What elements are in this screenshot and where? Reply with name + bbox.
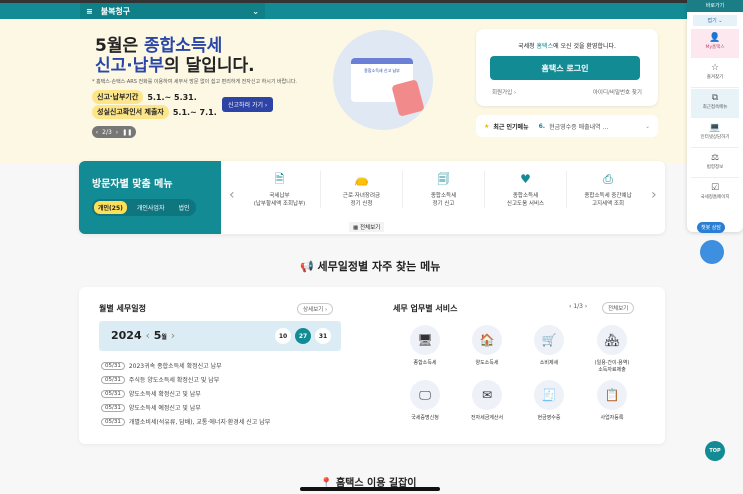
home-worker-icon: 🏘 <box>597 325 627 355</box>
schedule-item[interactable]: 05/31 2023귀속 종합소득세 확정신고 납부 <box>101 361 222 370</box>
schedule-services-card: 월별 세무일정 상세보기 › 2024 ‹ 5월 › 10 27 31 05/3… <box>79 287 665 444</box>
hero-subtitle: * 홈택스·손택스·ARS 전화를 이용하여 세무서 방문 없이 쉽고 편리하게… <box>92 79 298 85</box>
money-bag-icon: 👝 <box>354 172 369 186</box>
popular-item[interactable]: 현금영수증 매출내역 ... <box>549 122 608 131</box>
visitor-item[interactable]: ⎙ 종합소득세 중간예납 고지세액 조회 <box>567 171 649 208</box>
sidebar-item-my-hometax[interactable]: 👤 My홈택스 <box>691 29 739 58</box>
star-icon: ★ <box>484 122 490 130</box>
find-account-link[interactable]: 아이디/비밀번호 찾기 <box>593 88 642 96</box>
visitor-item[interactable]: 🗐 종합소득세 정기 신고 <box>403 171 485 208</box>
certificate-monitor-icon: 🖵 <box>410 380 440 410</box>
period-1: 신고·납부기간 5.1.~ 5.31. <box>92 90 197 104</box>
service-item[interactable]: 🧾 현금영수증 <box>519 380 579 422</box>
menu-dropdown[interactable]: ≡ 불복청구 ⌄ <box>80 3 265 19</box>
next-month-icon[interactable]: › <box>171 329 175 342</box>
star-icon: ☆ <box>710 63 720 73</box>
calculator-icon <box>391 79 425 117</box>
services-pager[interactable]: ‹ 1/3 › <box>569 303 587 310</box>
sidebar-item-favorites[interactable]: ☆ 즐겨찾기 <box>691 59 739 88</box>
tab-sole-proprietor[interactable]: 개인사업자 <box>133 201 169 214</box>
sidebar-item-recent[interactable]: ⧉ 최근접속메뉴 <box>691 89 739 118</box>
chatbot-mascot-icon[interactable] <box>700 240 724 264</box>
login-button[interactable]: 홈택스 로그인 <box>490 56 640 80</box>
document-icon: 🗎 <box>274 172 285 186</box>
visitor-menu-title: 방문자별 맞춤 메뉴 <box>92 179 173 190</box>
view-all-button[interactable]: ▦ 전체보기 <box>349 222 385 232</box>
printer-icon: ⎙ <box>603 172 613 186</box>
recent-menu-icon: ⧉ <box>711 93 719 103</box>
services-title: 세무 업무별 서비스 <box>393 304 458 313</box>
section-title: 📢 세무일정별 자주 찾는 메뉴 <box>300 260 441 273</box>
day-button[interactable]: 31 <box>315 328 331 344</box>
hero-title: 5월은 종합소득세 신고·납부의 달입니다. <box>95 36 255 76</box>
menu-icon: ≡ <box>86 6 93 16</box>
service-item[interactable]: 🏠 양도소득세 <box>457 325 517 367</box>
service-item[interactable]: 🏘 (일용·간이·용역) 소득자료제출 <box>582 325 642 374</box>
sidebar-header: 바로가기 <box>687 0 743 12</box>
quick-links-sidebar: 바로가기 접기 ⌄ 👤 My홈택스 ☆ 즐겨찾기 ⧉ 최근접속메뉴 💻 인터넷상담하기 … <box>687 0 743 232</box>
welcome-text: 국세청 홈택스에 오신 것을 환영합니다. <box>518 43 616 50</box>
services-view-all-button[interactable]: 전체보기 <box>602 302 635 314</box>
go-file-button[interactable]: 신고하러 가기 › <box>222 97 274 112</box>
prev-arrow-icon[interactable]: ‹ <box>229 187 235 203</box>
service-item[interactable]: 🖥 종합소득세 <box>395 325 455 367</box>
user-icon: 👤 <box>709 33 721 43</box>
day-button[interactable]: 10 <box>275 328 291 344</box>
schedule-item[interactable]: 05/31 양도소득세 예정신고 및 납부 <box>101 403 201 412</box>
service-item[interactable]: 🖵 국세증명신청 <box>395 380 455 422</box>
popular-menu-dropdown[interactable]: ★ 최근 인기메뉴 6. 현금영수증 매출내역 ... ⌄ <box>476 115 658 137</box>
chevron-down-icon: ⌄ <box>644 122 650 130</box>
tab-corporation[interactable]: 법인 <box>174 201 193 214</box>
cart-icon: 🛒 <box>534 325 564 355</box>
schedule-item[interactable]: 05/31 양도소득세 확정신고 및 납부 <box>101 389 201 398</box>
receipt-icon: 🧾 <box>534 380 564 410</box>
scroll-top-button[interactable]: TOP <box>705 441 725 461</box>
check-box-icon: ☑ <box>710 183 720 193</box>
login-card: 국세청 홈택스에 오신 것을 환영합니다. 홈택스 로그인 회원가입 › 아이디… <box>476 29 658 106</box>
schedule-item[interactable]: 05/31 개별소비세(석유류, 담배), 교통·에너지·환경세 신고 납부 <box>101 417 270 426</box>
registration-icon: 📋 <box>597 380 627 410</box>
sidebar-item-nts-home[interactable]: ☑ 국세청홈페이지 <box>691 179 739 208</box>
tab-individual[interactable]: 개인(25) <box>94 201 127 214</box>
monitor-icon: 🖥 <box>410 325 440 355</box>
menu-label: 불복청구 <box>100 6 131 16</box>
visitor-item[interactable]: 🗎 국세납부 (납부할세액 조회납부) <box>239 171 321 208</box>
next-icon[interactable]: › <box>116 129 118 136</box>
sidebar-item-law[interactable]: ⚖ 법령정보 <box>691 149 739 178</box>
service-item[interactable]: ✉ 전자세금계산서 <box>457 380 517 422</box>
chevron-down-icon: ⌄ <box>252 6 259 16</box>
grid-icon: ▦ <box>353 225 359 231</box>
certificate-icon: 🗐 <box>437 172 450 186</box>
home-indicator <box>300 487 440 491</box>
prev-month-icon[interactable]: ‹ <box>145 329 149 342</box>
calendar-bar: 2024 ‹ 5월 › 10 27 31 <box>99 321 341 351</box>
visitor-item[interactable]: ♥ 종합소득세 신고도움 서비스 <box>485 171 567 208</box>
prev-icon[interactable]: ‹ <box>96 129 98 136</box>
sidebar-item-consult[interactable]: 💻 인터넷상담하기 <box>691 119 739 148</box>
service-item[interactable]: 🛒 소비제세 <box>519 325 579 367</box>
hero-illustration: 종합소득세 신고 납부 <box>333 30 433 130</box>
gavel-icon: ⚖ <box>710 153 720 163</box>
sidebar-fold-button[interactable]: 접기 ⌄ <box>693 15 737 26</box>
schedule-item[interactable]: 05/31 주식등 양도소득세 확정신고 및 납부 <box>101 375 219 384</box>
laptop-icon: 💻 <box>709 123 721 133</box>
megaphone-icon: 📢 <box>300 260 314 273</box>
pause-icon[interactable]: ❚❚ <box>122 129 132 136</box>
envelope-icon: ✉ <box>472 380 502 410</box>
next-arrow-icon[interactable]: › <box>651 187 657 203</box>
banner-pager[interactable]: ‹ 2/3 › ❚❚ <box>92 126 136 138</box>
schedule-detail-button[interactable]: 상세보기 › <box>297 303 334 315</box>
schedule-title: 월별 세무일정 <box>99 304 146 313</box>
house-icon: 🏠 <box>472 325 502 355</box>
year-month: 2024 ‹ 5월 › <box>111 329 176 342</box>
visitor-menu: 방문자별 맞춤 메뉴 개인(25) 개인사업자 법인 ‹ 🗎 국세납부 (납부할세액 조… <box>79 161 665 234</box>
signup-link[interactable]: 회원가입 › <box>492 88 516 96</box>
service-item[interactable]: 📋 사업자등록 <box>582 380 642 422</box>
period-2: 성실신고확인서 제출자 5.1.~ 7.1. <box>92 105 217 119</box>
visitor-item[interactable]: 👝 근로·자녀장려금 정기 신청 <box>321 171 403 208</box>
chatbot-button[interactable]: 챗봇 상담 <box>697 222 725 233</box>
day-button-selected[interactable]: 27 <box>295 328 311 344</box>
heart-hands-icon: ♥ <box>520 172 531 186</box>
